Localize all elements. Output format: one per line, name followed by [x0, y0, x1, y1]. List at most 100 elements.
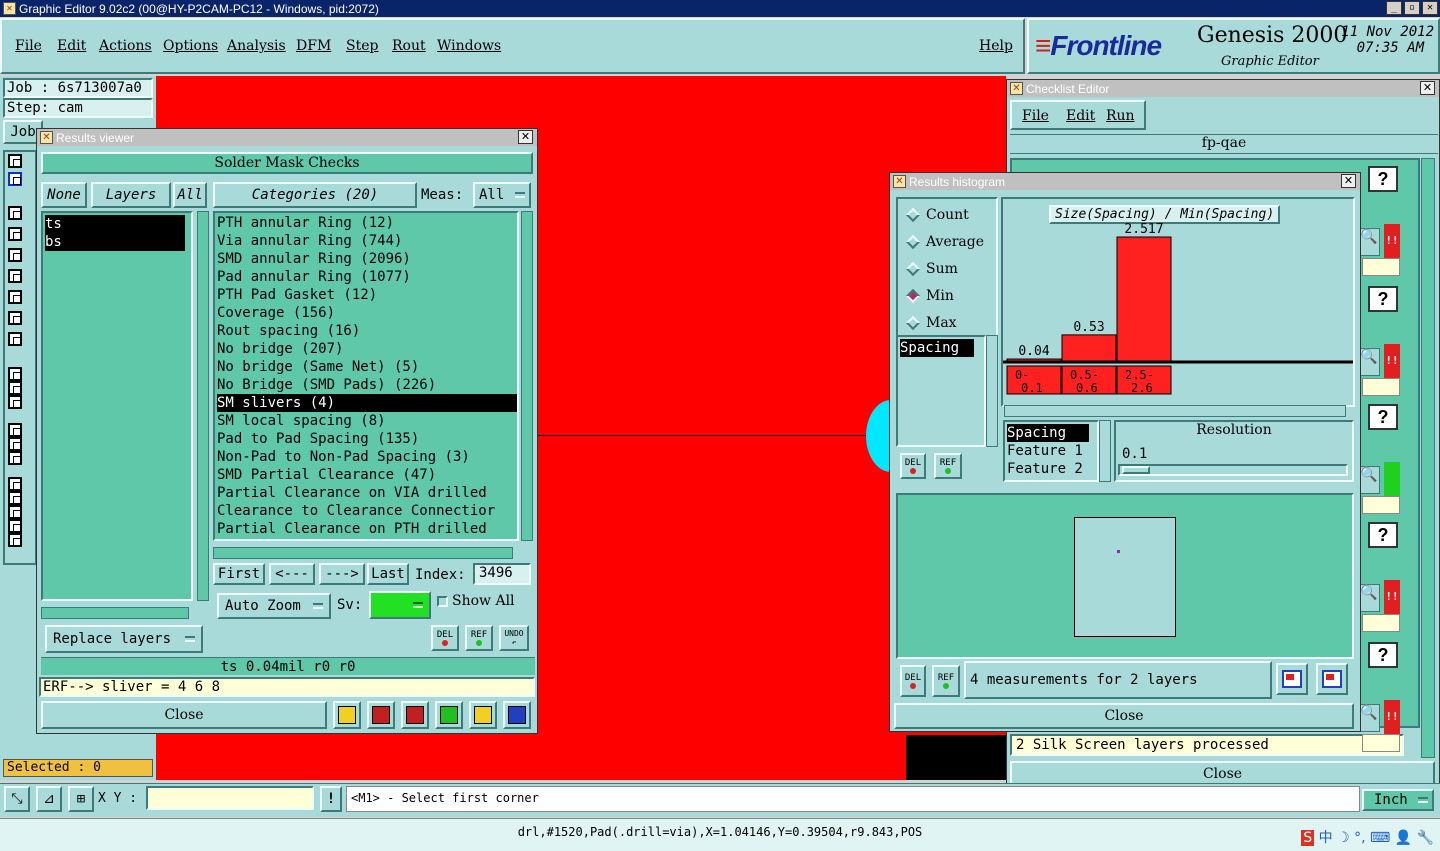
checklist-menu-run[interactable]: Run: [1106, 108, 1135, 124]
replace-layers-dropdown[interactable]: Replace layers: [45, 625, 203, 653]
layer-tool-button[interactable]: [8, 395, 22, 409]
layers-button[interactable]: Layers: [91, 182, 171, 208]
checklist-menu-file[interactable]: File: [1022, 108, 1049, 124]
menu-windows[interactable]: Windows: [437, 38, 501, 54]
category-item[interactable]: No bridge (Same Net) (5): [217, 358, 517, 376]
checklist-scrollbar[interactable]: [1421, 158, 1435, 758]
category-item[interactable]: Clearance to Clearance Connectior: [217, 502, 517, 520]
auto-zoom-dropdown[interactable]: Auto Zoom: [217, 593, 331, 619]
none-button[interactable]: None: [41, 182, 87, 208]
ime-logo-icon[interactable]: S: [1301, 830, 1315, 846]
menu-file[interactable]: File: [15, 38, 42, 54]
results-viewer-close-icon[interactable]: ✕: [518, 130, 533, 144]
option-sum[interactable]: Sum: [898, 255, 996, 282]
meas-dropdown[interactable]: All: [473, 182, 531, 208]
histogram-close-button[interactable]: Close: [894, 703, 1354, 729]
categories-hscrollbar[interactable]: [213, 547, 513, 559]
minimize-button[interactable]: _: [1386, 1, 1402, 15]
chart-hscrollbar[interactable]: [1004, 405, 1346, 417]
zoom-icon[interactable]: 🔍: [1358, 584, 1380, 612]
layer-item-bs[interactable]: bs: [45, 233, 185, 251]
preview-del-button[interactable]: DEL: [900, 665, 926, 697]
histogram-bar[interactable]: [1116, 236, 1172, 362]
category-item[interactable]: Non-Pad to Non-Pad Spacing (3): [217, 448, 517, 466]
checklist-menu-edit[interactable]: Edit: [1066, 108, 1095, 124]
feature-item-2[interactable]: Feature 2: [1005, 460, 1097, 478]
maximize-button[interactable]: ▫: [1404, 1, 1420, 15]
close-button[interactable]: ✕: [1422, 1, 1438, 15]
layer-tool-button[interactable]: [8, 519, 22, 533]
feature-list-scrollbar[interactable]: [1099, 420, 1111, 482]
menu-edit[interactable]: Edit: [57, 38, 86, 54]
option-max[interactable]: Max: [898, 309, 996, 336]
category-item[interactable]: No bridge (207): [217, 340, 517, 358]
xy-input[interactable]: [146, 786, 314, 810]
layer-tool-button[interactable]: [8, 437, 22, 451]
help-question-button[interactable]: ?: [1368, 404, 1398, 430]
category-item[interactable]: SMD annular Ring (2096): [217, 250, 517, 268]
index-input[interactable]: 3496: [473, 563, 531, 585]
categories-button[interactable]: Categories (20): [213, 182, 417, 208]
layer-tool-button[interactable]: [8, 311, 22, 325]
checklist-close-icon[interactable]: ✕: [1420, 81, 1435, 95]
results-close-button[interactable]: Close: [41, 701, 327, 729]
user-icon[interactable]: 👤: [1395, 830, 1412, 846]
layer-tool-button[interactable]: [8, 423, 22, 437]
next-button[interactable]: --->: [319, 563, 365, 585]
layer-tool-button[interactable]: [8, 477, 22, 491]
category-item[interactable]: Partial Clearance on PTH drilled: [217, 520, 517, 538]
histogram-bar[interactable]: [1061, 334, 1117, 362]
feature-list[interactable]: Spacing Feature 1 Feature 2: [1003, 420, 1099, 482]
radio-diamond-icon[interactable]: [905, 234, 921, 249]
category-item[interactable]: Via annular Ring (744): [217, 232, 517, 250]
help-question-button[interactable]: ?: [1368, 166, 1398, 192]
prev-button[interactable]: <---: [269, 563, 315, 585]
layers-list[interactable]: ts bs: [41, 211, 193, 601]
ref-button[interactable]: REF: [465, 625, 493, 651]
category-item[interactable]: Rout spacing (16): [217, 322, 517, 340]
radio-diamond-icon[interactable]: [905, 288, 921, 303]
option-count[interactable]: Count: [898, 201, 996, 228]
layer-tool-button[interactable]: [8, 154, 22, 168]
categories-scrollbar[interactable]: [521, 211, 533, 541]
histogram-close-icon[interactable]: ✕: [1341, 174, 1356, 188]
histogram-preview[interactable]: [896, 493, 1354, 659]
radio-diamond-icon[interactable]: [905, 207, 921, 222]
category-item[interactable]: SM slivers (4): [217, 394, 517, 412]
layer-tool-button[interactable]: [8, 451, 22, 465]
preview-ref-button[interactable]: REF: [932, 665, 960, 697]
layer-tool-button[interactable]: [8, 505, 22, 519]
help-question-button[interactable]: ?: [1368, 642, 1398, 668]
menu-step[interactable]: Step: [346, 38, 378, 54]
zoom-icon[interactable]: 🔍: [1358, 704, 1380, 732]
undo-button[interactable]: UNDO ↶: [499, 625, 529, 651]
layer-tool-button[interactable]: [8, 332, 22, 346]
feature-item-1[interactable]: Feature 1: [1005, 442, 1097, 460]
menu-help[interactable]: Help: [979, 38, 1013, 54]
image-button[interactable]: [367, 701, 395, 729]
option-min[interactable]: Min: [898, 282, 996, 309]
layer-tool-button[interactable]: [8, 206, 22, 220]
radio-diamond-icon[interactable]: [905, 315, 921, 330]
layer-tool-button[interactable]: [8, 172, 22, 186]
zoom-icon[interactable]: 🔍: [1358, 228, 1380, 256]
layer-tool-button[interactable]: [8, 533, 22, 547]
ime-lang-icon[interactable]: 中: [1319, 830, 1333, 846]
menu-options[interactable]: Options: [163, 38, 218, 54]
layer-tool-button[interactable]: [8, 367, 22, 381]
layer-tool-button[interactable]: [8, 491, 22, 505]
help-question-button[interactable]: ?: [1368, 286, 1398, 312]
category-item[interactable]: SM local spacing (8): [217, 412, 517, 430]
zoom-icon[interactable]: 🔍: [1358, 348, 1380, 376]
menu-analysis[interactable]: Analysis: [227, 38, 286, 54]
layer-item-ts[interactable]: ts: [45, 215, 185, 233]
grid-button[interactable]: [435, 701, 463, 729]
option-average[interactable]: Average: [898, 228, 996, 255]
layers-scrollbar[interactable]: [197, 211, 209, 601]
category-item[interactable]: Partial Clearance on VIA drilled: [217, 484, 517, 502]
category-item[interactable]: Pad to Pad Spacing (135): [217, 430, 517, 448]
zoom-tool-button[interactable]: ⤡: [4, 786, 30, 812]
del-button[interactable]: DEL: [431, 625, 459, 651]
cross-button[interactable]: [401, 701, 429, 729]
units-dropdown[interactable]: Inch: [1362, 789, 1434, 811]
